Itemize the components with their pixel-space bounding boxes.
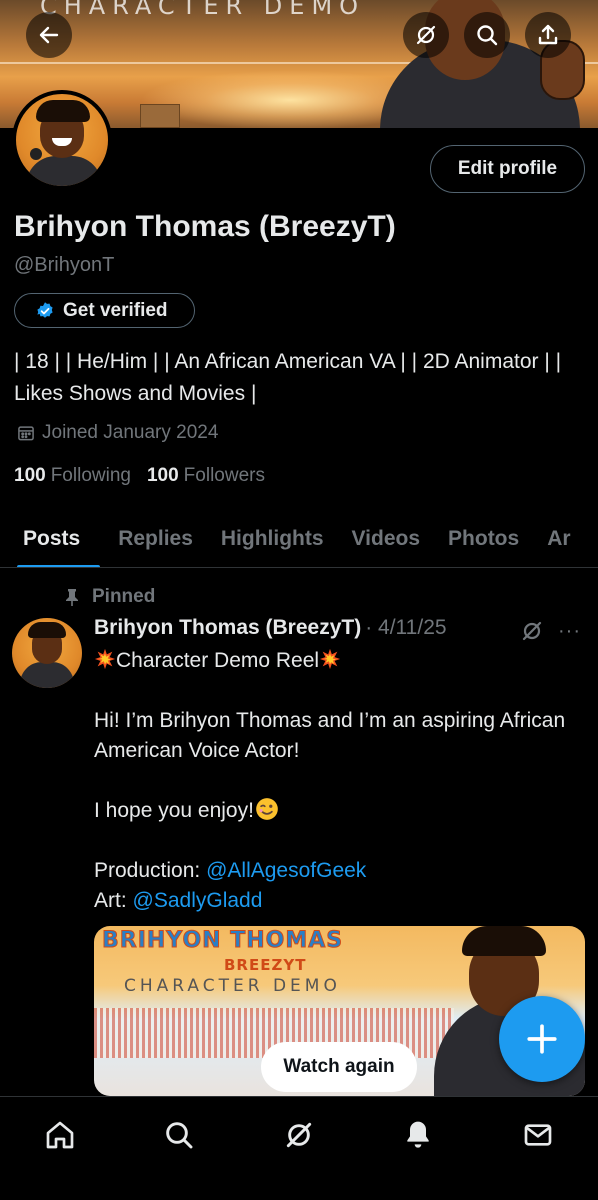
media-demo-text: CHARACTER DEMO xyxy=(124,976,341,996)
art-mention-link[interactable]: @SadlyGladd xyxy=(133,889,263,912)
bottom-navigation xyxy=(0,1096,598,1200)
post-date[interactable]: · 4/11/25 xyxy=(365,616,446,640)
post-author-name[interactable]: Brihyon Thomas (BreezyT) xyxy=(94,616,361,640)
arrow-left-icon xyxy=(39,26,59,44)
nav-notifications[interactable] xyxy=(398,1115,438,1155)
nav-messages[interactable] xyxy=(518,1115,558,1155)
avatar-mic xyxy=(30,148,42,160)
post-art-line: Art: @SadlyGladd xyxy=(94,886,584,916)
profile-name: Brihyon Thomas (BreezyT) xyxy=(14,210,396,243)
pinned-indicator: Pinned xyxy=(64,586,155,608)
pinned-label: Pinned xyxy=(92,586,156,607)
more-options-button[interactable]: ··· xyxy=(558,620,581,643)
tab-posts[interactable]: Posts xyxy=(0,510,104,567)
following-label: Following xyxy=(50,465,131,486)
grok-icon xyxy=(286,1122,312,1148)
post-header: Brihyon Thomas (BreezyT) · 4/11/25 xyxy=(94,616,447,640)
followers-count: 100 xyxy=(146,465,179,486)
following-count: 100 xyxy=(14,465,46,486)
post-avatar-hair xyxy=(28,622,66,638)
grok-icon[interactable] xyxy=(520,619,544,643)
post-avatar-body xyxy=(20,662,74,688)
get-verified-button[interactable]: Get verified xyxy=(14,293,195,328)
following-link[interactable]: 100 Following xyxy=(14,465,131,487)
followers-label: Followers xyxy=(183,465,265,486)
media-title-text: BRIHYON THOMAS xyxy=(101,928,344,954)
search-button[interactable] xyxy=(464,12,510,58)
edit-profile-button[interactable]: Edit profile xyxy=(430,145,585,193)
post-intro: Hi! I’m Brihyon Thomas and I’m an aspiri… xyxy=(94,709,566,762)
back-button[interactable] xyxy=(26,12,72,58)
watch-again-button[interactable]: Watch again xyxy=(261,1042,417,1092)
tab-photos[interactable]: Photos xyxy=(434,510,533,567)
search-icon xyxy=(166,1122,193,1149)
followers-link[interactable]: 100 Followers xyxy=(147,465,265,487)
compose-post-button[interactable] xyxy=(499,996,585,1082)
calendar-icon xyxy=(18,426,34,441)
production-mention-link[interactable]: @AllAgesofGeek xyxy=(206,859,366,882)
production-label: Production: xyxy=(94,859,207,882)
banner-title: CHARACTER DEMO xyxy=(40,0,366,20)
share-icon xyxy=(538,24,558,45)
art-label: Art: xyxy=(94,889,133,912)
home-icon xyxy=(46,1121,74,1149)
grok-button[interactable] xyxy=(403,12,449,58)
get-verified-label: Get verified xyxy=(63,299,168,321)
follow-stats: 100 Following 100 Followers xyxy=(14,465,265,487)
nav-grok[interactable] xyxy=(279,1115,319,1155)
post-text: Character Demo Reel Hi! I’m Brihyon Thom… xyxy=(94,646,584,916)
post-spacer xyxy=(94,826,584,856)
banner-crate xyxy=(140,104,180,128)
verified-badge-icon xyxy=(37,301,53,318)
profile-avatar[interactable] xyxy=(12,90,112,190)
post-spacer xyxy=(94,676,584,706)
post-enjoy-text: I hope you enjoy! xyxy=(94,799,254,822)
pin-icon xyxy=(66,589,78,606)
collision-emoji-icon xyxy=(94,648,116,670)
nav-search[interactable] xyxy=(159,1115,199,1155)
post-spacer xyxy=(94,766,584,796)
profile-handle: @BrihyonT xyxy=(14,254,115,276)
profile-bio: | 18 | | He/Him | | An African American … xyxy=(14,350,562,405)
tab-highlights[interactable]: Highlights xyxy=(207,510,338,567)
post-line-title: Character Demo Reel xyxy=(94,646,584,676)
winking-face-emoji-icon xyxy=(256,798,278,820)
post-production-line: Production: @AllAgesofGeek xyxy=(94,856,584,886)
share-button[interactable] xyxy=(525,12,571,58)
avatar-hair xyxy=(36,100,90,122)
joined-date: Joined January 2024 xyxy=(16,422,218,444)
plus-icon xyxy=(527,1024,557,1054)
post-enjoy-line: I hope you enjoy! xyxy=(94,796,584,826)
tab-videos[interactable]: Videos xyxy=(338,510,434,567)
media-subtitle-text: BREEZYT xyxy=(224,956,307,974)
post-author-avatar[interactable] xyxy=(12,618,82,688)
tab-articles[interactable]: Ar xyxy=(533,510,584,567)
grok-icon xyxy=(416,25,436,45)
messages-icon xyxy=(524,1124,552,1146)
joined-text: Joined January 2024 xyxy=(42,422,219,443)
avatar-body xyxy=(26,156,102,186)
post-title-text: Character Demo Reel xyxy=(116,649,320,672)
search-icon xyxy=(477,25,498,46)
media-character-hair xyxy=(462,926,546,956)
tab-replies[interactable]: Replies xyxy=(104,510,207,567)
collision-emoji-icon xyxy=(320,648,341,670)
notifications-icon xyxy=(407,1121,429,1148)
nav-home[interactable] xyxy=(40,1115,80,1155)
profile-tabs: Posts Replies Highlights Videos Photos A… xyxy=(0,510,598,568)
